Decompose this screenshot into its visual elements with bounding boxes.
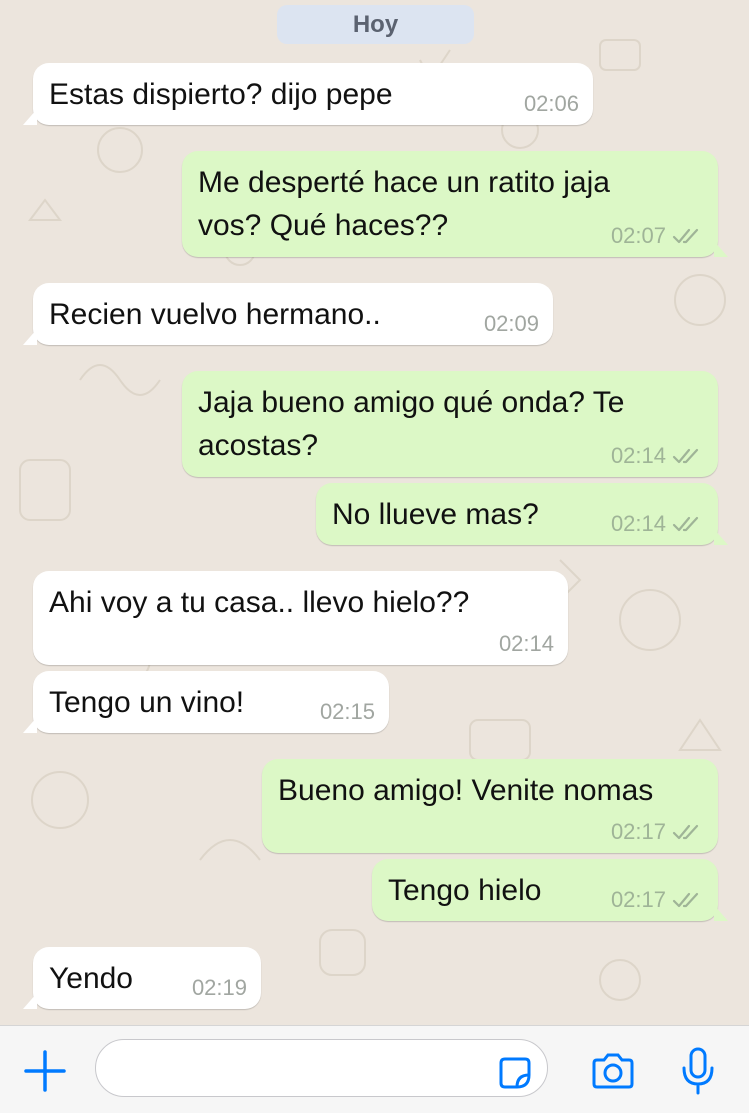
message-meta: 02:17 — [611, 819, 704, 845]
message-meta: 02:14 — [611, 443, 704, 469]
outgoing-message-bubble[interactable]: Jaja bueno amigo qué onda? Te acostas? 02:… — [182, 371, 718, 477]
message-meta: 02:09 — [484, 311, 539, 337]
camera-icon — [592, 1053, 634, 1089]
message-timestamp: 02:17 — [610, 819, 666, 844]
double-check-icon — [672, 892, 699, 908]
date-separator: Hoy — [277, 5, 474, 44]
incoming-message-bubble[interactable]: Recien vuelvo hermano.. 02:09 — [23, 283, 553, 345]
message-text-line: Me desperté hace un ratito jaja — [198, 166, 610, 199]
double-check-icon — [672, 824, 699, 840]
message-text-line: Ahi voy a tu casa.. llevo hielo?? — [49, 586, 470, 619]
message-timestamp: 02:14 — [610, 443, 666, 468]
message-timestamp: 02:14 — [498, 631, 554, 656]
message-timestamp: 02:06 — [523, 91, 579, 116]
microphone-icon — [682, 1047, 714, 1095]
plus-icon — [24, 1050, 66, 1092]
double-check-icon — [672, 228, 699, 244]
message-timestamp: 02:17 — [610, 887, 666, 912]
chat-area[interactable]: Hoy Estas dispierto? dijo pepe 02:06 Me de… — [0, 0, 749, 1025]
input-bar — [0, 1025, 749, 1113]
message-meta: 02:07 — [611, 223, 704, 249]
message-meta: 02:14 — [611, 511, 704, 537]
outgoing-message-bubble[interactable]: Me desperté hace un ratito jaja vos? Qué … — [182, 151, 728, 257]
double-check-icon — [672, 516, 699, 532]
message-text-line: Estas dispierto? dijo pepe — [49, 78, 393, 111]
add-attachment-button[interactable] — [20, 1046, 70, 1096]
camera-button[interactable] — [588, 1048, 638, 1094]
outgoing-message-bubble[interactable]: Tengo hielo 02:17 — [372, 859, 728, 921]
incoming-message-bubble[interactable]: Ahi voy a tu casa.. llevo hielo?? 02:14 — [33, 571, 568, 665]
voice-message-button[interactable] — [676, 1043, 720, 1099]
incoming-message-bubble[interactable]: Tengo un vino! 02:15 — [23, 671, 389, 733]
message-timestamp: 02:14 — [610, 511, 666, 536]
message-timestamp: 02:19 — [191, 975, 247, 1000]
message-timestamp: 02:15 — [319, 699, 375, 724]
message-meta: 02:15 — [320, 699, 375, 725]
sticker-icon — [499, 1057, 531, 1089]
message-timestamp: 02:09 — [483, 311, 539, 336]
message-text-line: Bueno amigo! Venite nomas — [278, 774, 654, 807]
message-meta: 02:19 — [192, 975, 247, 1001]
incoming-message-bubble[interactable]: Yendo 02:19 — [23, 947, 261, 1009]
message-text-line: Jaja bueno amigo qué onda? Te — [198, 386, 625, 419]
message-meta: 02:17 — [611, 887, 704, 913]
sticker-button[interactable] — [495, 1053, 535, 1093]
double-check-icon — [672, 448, 699, 464]
message-input[interactable] — [95, 1039, 548, 1097]
message-meta: 02:06 — [524, 91, 579, 117]
message-meta: 02:14 — [499, 631, 554, 657]
incoming-message-bubble[interactable]: Estas dispierto? dijo pepe 02:06 — [23, 63, 593, 125]
outgoing-message-bubble[interactable]: Bueno amigo! Venite nomas 02:17 — [262, 759, 718, 853]
outgoing-message-bubble[interactable]: No llueve mas? 02:14 — [316, 483, 728, 545]
message-text-line: Recien vuelvo hermano.. — [49, 298, 381, 331]
message-timestamp: 02:07 — [610, 223, 666, 248]
